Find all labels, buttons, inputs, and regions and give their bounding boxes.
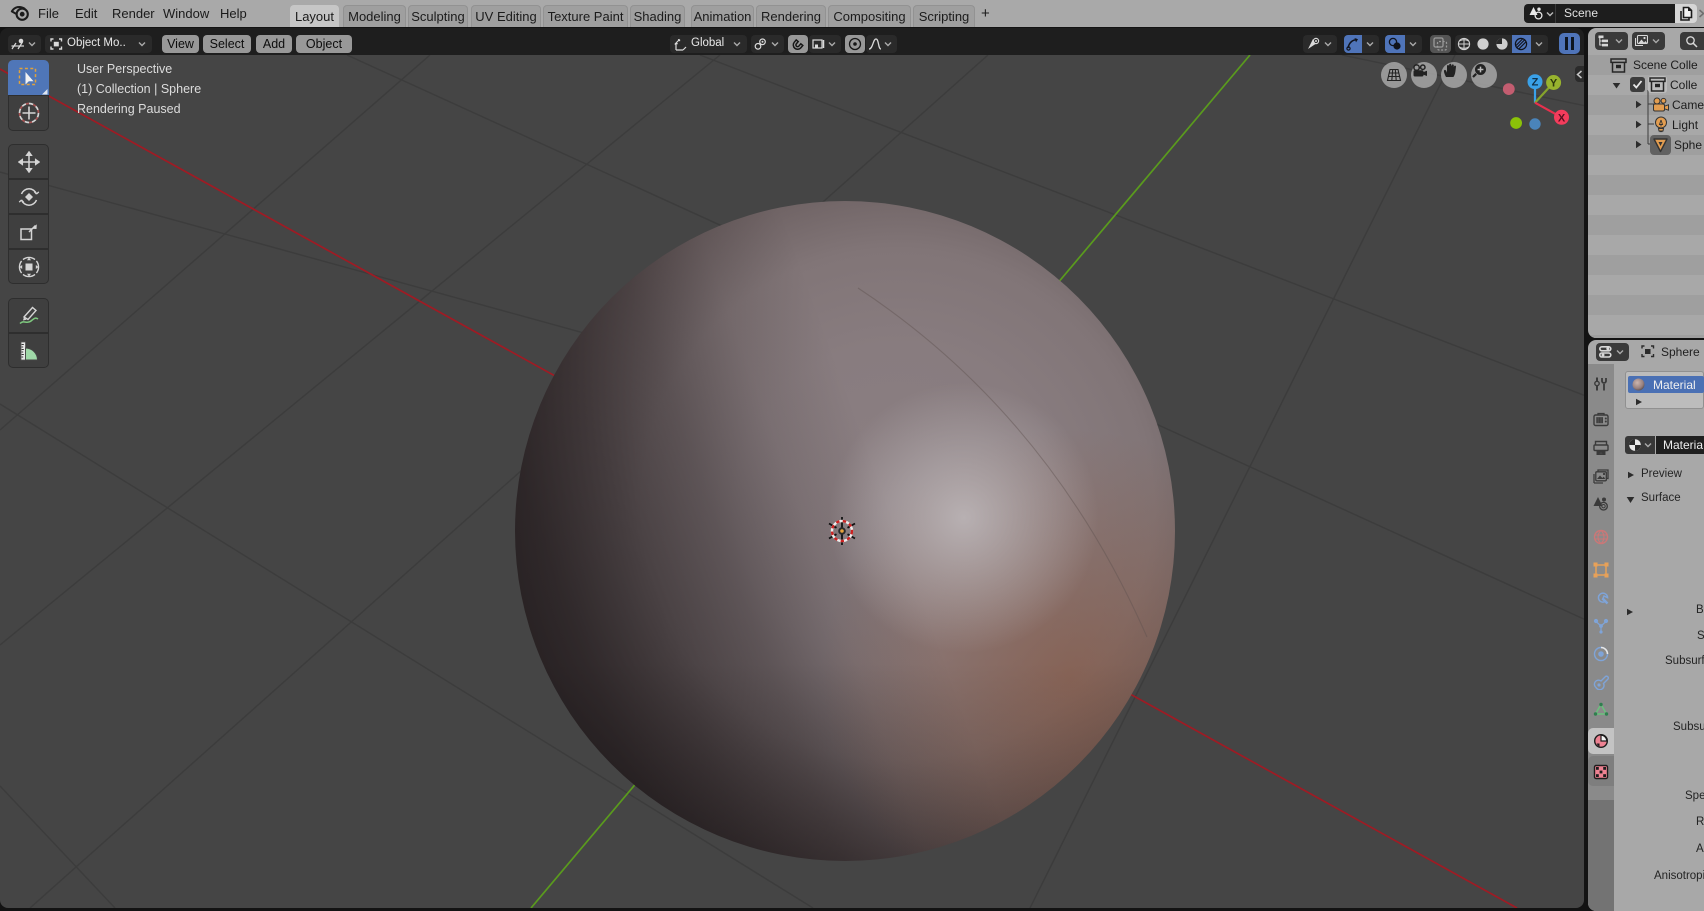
svg-text:Z: Z	[1532, 77, 1539, 89]
svg-text:Y: Y	[1550, 78, 1558, 90]
svg-text:X: X	[1558, 112, 1566, 124]
